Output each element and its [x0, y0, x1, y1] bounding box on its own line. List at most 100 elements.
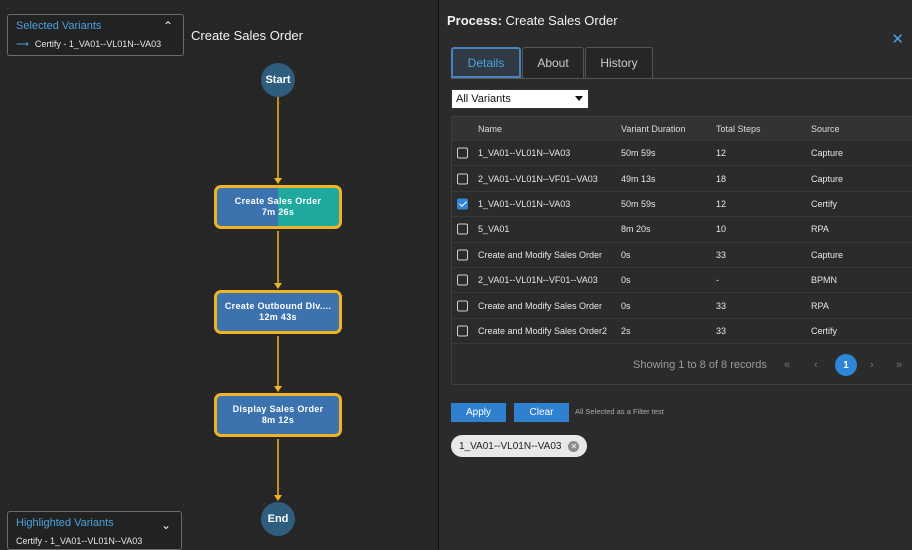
step-duration: 12m 43s — [259, 312, 297, 322]
step-name: Create Outbound Dlv.... — [224, 301, 332, 311]
column-header-duration[interactable]: Variant Duration — [621, 124, 685, 134]
row-checkbox[interactable] — [457, 274, 468, 286]
edge-arrowhead — [274, 283, 282, 289]
row-name: Create and Modify Sales Order2 — [478, 325, 608, 336]
row-total-steps: 33 — [716, 300, 727, 311]
end-node[interactable]: End — [261, 502, 295, 536]
row-duration: 0s — [621, 300, 631, 311]
row-source: Capture — [811, 148, 844, 159]
panel-title: Process: Create Sales Order — [447, 13, 618, 28]
row-duration: 50m 59s — [621, 198, 656, 209]
row-checkbox[interactable] — [457, 325, 468, 337]
tab-divider — [451, 78, 912, 79]
process-flow-canvas[interactable]: Selected Variants ⌃ ⟶ Certify - 1_VA01--V… — [0, 0, 438, 550]
row-name: 2_VA01--VL01N--VF01--VA03 — [478, 275, 598, 286]
chevron-down-icon[interactable]: ⌄ — [161, 518, 171, 532]
step-duration: 7m 26s — [261, 207, 295, 217]
step-node-create-outbound-delivery[interactable]: Create Outbound Dlv.... 12m 43s — [214, 290, 342, 334]
pagination-summary: Showing 1 to 8 of 8 records — [633, 359, 767, 371]
step-name: Create Sales Order — [234, 196, 322, 206]
row-source: RPA — [811, 300, 829, 311]
row-name: 1_VA01--VL01N--VA03 — [478, 198, 571, 209]
step-node-create-sales-order[interactable]: Create Sales Order 7m 26s — [214, 185, 342, 229]
row-checkbox[interactable] — [457, 173, 468, 185]
step-duration: 8m 12s — [261, 415, 295, 425]
row-source: Certify — [811, 325, 838, 336]
last-page-icon[interactable]: » — [896, 359, 902, 371]
table-row[interactable]: Create and Modify Sales Order 0s 33 Capture — [452, 243, 912, 268]
column-header-steps[interactable]: Total Steps — [716, 124, 761, 134]
process-details-panel: Process: Create Sales Order ✕ Details Ab… — [438, 0, 912, 550]
row-total-steps: 12 — [716, 198, 727, 209]
column-header-source[interactable]: Source — [811, 124, 840, 134]
table-row[interactable]: 5_VA01 8m 20s 10 RPA — [452, 217, 912, 243]
table-row[interactable]: 1_VA01--VL01N--VA03 50m 59s 12 Certify — [452, 192, 912, 218]
row-name: 1_VA01--VL01N--VA03 — [478, 148, 571, 159]
table-row[interactable]: Create and Modify Sales Order 0s 33 RPA — [452, 293, 912, 319]
highlighted-variants-title: Highlighted Variants — [16, 517, 114, 529]
table-header: Name Variant Duration Total Steps Source — [452, 117, 912, 141]
row-duration: 8m 20s — [621, 224, 651, 235]
apply-button[interactable]: Apply — [451, 403, 506, 422]
panel-title-process: Create Sales Order — [505, 13, 618, 28]
row-duration: 49m 13s — [621, 173, 656, 184]
page-button-current[interactable]: 1 — [835, 354, 857, 376]
variants-table: Name Variant Duration Total Steps Source… — [451, 116, 912, 385]
row-name: 5_VA01 — [478, 224, 510, 235]
row-total-steps: 12 — [716, 148, 727, 159]
highlighted-variant-item[interactable]: Certify - 1_VA01--VL01N--VA03 — [16, 536, 142, 546]
row-checkbox[interactable] — [457, 223, 468, 235]
row-checkbox[interactable] — [457, 249, 468, 261]
row-checkbox[interactable] — [457, 147, 468, 159]
row-total-steps: 33 — [716, 325, 727, 336]
row-source: BPMN — [811, 275, 838, 286]
edge-arrowhead — [274, 386, 282, 392]
row-total-steps: 10 — [716, 224, 727, 235]
first-page-icon[interactable]: « — [784, 359, 790, 371]
row-source: Capture — [811, 173, 844, 184]
caret-down-icon — [575, 96, 583, 101]
variant-filter-select[interactable]: All Variants — [451, 89, 589, 109]
row-name: Create and Modify Sales Order — [478, 300, 603, 311]
table-row[interactable]: 1_VA01--VL01N--VA03 50m 59s 12 Capture — [452, 141, 912, 167]
step-node-display-sales-order[interactable]: Display Sales Order 8m 12s — [214, 393, 342, 437]
row-duration: 50m 59s — [621, 148, 656, 159]
row-duration: 0s — [621, 249, 631, 260]
row-duration: 2s — [621, 325, 631, 336]
table-row[interactable]: 2_VA01--VL01N--VF01--VA03 49m 13s 18 Captur… — [452, 166, 912, 192]
edge-arrowhead — [274, 178, 282, 184]
row-total-steps: 18 — [716, 173, 727, 184]
next-page-icon[interactable]: › — [870, 359, 874, 371]
prev-page-icon[interactable]: ‹ — [814, 359, 818, 371]
flow-edges — [274, 97, 282, 501]
start-node[interactable]: Start — [261, 63, 295, 97]
row-name: Create and Modify Sales Order — [478, 249, 603, 260]
row-source: Capture — [811, 249, 844, 260]
row-total-steps: 33 — [716, 249, 727, 260]
column-header-name[interactable]: Name — [478, 124, 502, 134]
tab-details[interactable]: Details — [451, 47, 521, 78]
panel-title-prefix: Process: — [447, 13, 502, 28]
table-row[interactable]: Create and Modify Sales Order2 2s 33 Certif… — [452, 319, 912, 345]
edge-arrowhead — [274, 495, 282, 501]
variant-filter-value: All Variants — [456, 93, 511, 105]
row-checkbox[interactable] — [457, 198, 468, 210]
highlighted-variants-box: Highlighted Variants ⌄ Certify - 1_VA01-… — [7, 511, 182, 550]
table-row[interactable]: 2_VA01--VL01N--VF01--VA03 0s - BPMN — [452, 268, 912, 294]
row-duration: 0s — [621, 275, 631, 286]
filter-chip-label: 1_VA01--VL01N--VA03 — [459, 440, 562, 452]
close-icon[interactable]: ✕ — [891, 30, 904, 48]
filter-chip: 1_VA01--VL01N--VA03 ✕ — [451, 435, 588, 457]
row-total-steps: - — [716, 275, 719, 286]
clear-button[interactable]: Clear — [514, 403, 569, 422]
pagination: Showing 1 to 8 of 8 records « ‹ 1 › » — [452, 345, 912, 384]
step-name: Display Sales Order — [232, 404, 324, 414]
row-source: Certify — [811, 198, 838, 209]
row-name: 2_VA01--VL01N--VF01--VA03 — [478, 173, 598, 184]
row-source: RPA — [811, 224, 829, 235]
row-checkbox[interactable] — [457, 300, 468, 312]
tab-history[interactable]: History — [585, 47, 653, 78]
remove-chip-icon[interactable]: ✕ — [568, 440, 580, 452]
filter-note: All Selected as a Filter test — [575, 407, 664, 416]
tab-about[interactable]: About — [522, 47, 584, 78]
